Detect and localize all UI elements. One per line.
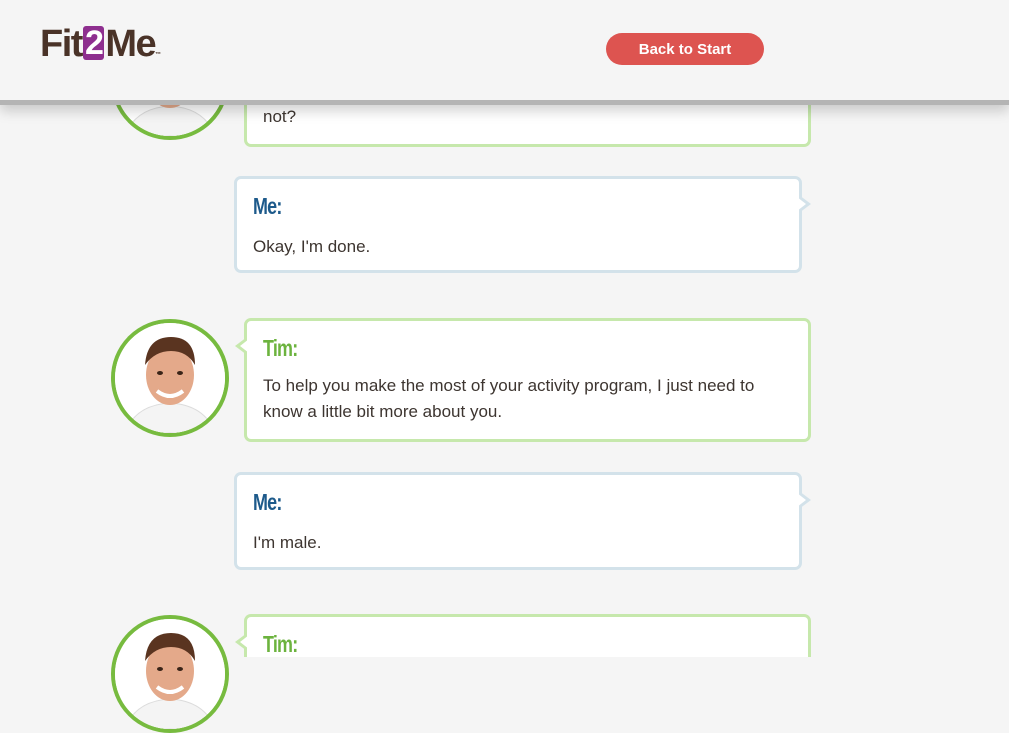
logo-two-badge: 2 bbox=[82, 24, 105, 62]
logo-text-fit: Fit bbox=[40, 23, 83, 65]
message-text: not? bbox=[263, 107, 297, 126]
user-message-bubble: Me: Okay, I'm done. bbox=[234, 176, 811, 273]
logo-text-me: Me bbox=[105, 23, 156, 65]
back-to-start-button[interactable]: Back to Start bbox=[606, 33, 764, 65]
speaker-label: Tim: bbox=[263, 335, 298, 361]
coach-face-icon bbox=[115, 323, 225, 433]
user-message-bubble: Me: I'm male. bbox=[234, 472, 811, 570]
message-text: Okay, I'm done. bbox=[253, 237, 371, 256]
message-text: I'm male. bbox=[253, 533, 322, 552]
message-text: To help you make the most of your activi… bbox=[263, 376, 755, 421]
fit2me-logo[interactable]: Fit2Me™ bbox=[40, 24, 161, 64]
logo-trademark: ™ bbox=[155, 52, 162, 58]
site-header: Fit2Me™ Back to Start bbox=[0, 0, 1009, 105]
speaker-label: Me: bbox=[253, 489, 282, 515]
coach-avatar bbox=[111, 319, 229, 437]
tim-message-bubble: Tim: bbox=[235, 614, 811, 657]
tim-message-bubble: Tim: To help you make the most of your a… bbox=[235, 318, 811, 442]
coach-face-icon bbox=[115, 619, 225, 729]
coach-avatar bbox=[111, 615, 229, 733]
speaker-label: Me: bbox=[253, 193, 282, 219]
speaker-label: Tim: bbox=[263, 631, 298, 657]
